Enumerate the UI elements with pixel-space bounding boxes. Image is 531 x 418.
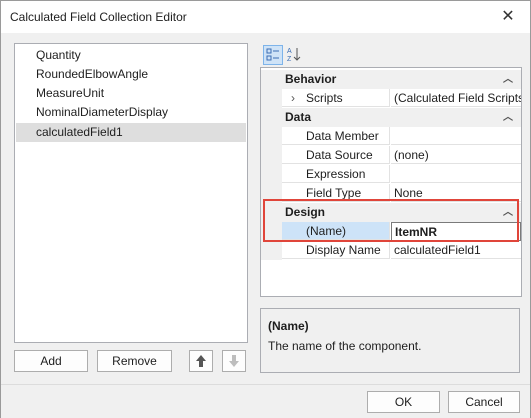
category-label: Behavior (285, 72, 337, 86)
category-label: Data (285, 110, 312, 124)
categorized-icon (266, 48, 279, 61)
property-value[interactable] (391, 165, 521, 183)
list-item-selected[interactable]: calculatedField1 (16, 123, 246, 142)
chevron-up-icon[interactable]: ︿ (503, 70, 513, 89)
chevron-up-icon[interactable]: ︿ (503, 108, 513, 127)
calculated-field-list[interactable]: Quantity RoundedElbowAngle MeasureUnit N… (14, 43, 248, 343)
move-down-button[interactable] (222, 350, 246, 372)
add-button[interactable]: Add (14, 350, 88, 372)
list-item[interactable]: NominalDiameterDisplay (16, 103, 246, 122)
svg-text:Z: Z (287, 56, 292, 63)
title-bar: Calculated Field Collection Editor ✕ (1, 1, 530, 33)
property-grid[interactable]: Behavior ︿ Scripts › (Calculated Field S… (260, 67, 522, 297)
description-title: (Name) (268, 319, 309, 333)
list-item[interactable]: Quantity (16, 46, 246, 65)
property-row-field-type[interactable]: Field Type None (261, 184, 521, 203)
property-row-expression[interactable]: Expression (261, 165, 521, 184)
cancel-button[interactable]: Cancel (448, 391, 520, 413)
property-value[interactable]: (Calculated Field Scripts) (391, 89, 521, 107)
name-value-input[interactable]: ItemNR (391, 222, 521, 241)
property-name: Field Type (282, 184, 390, 202)
property-row-name[interactable]: (Name) ItemNR (261, 222, 521, 241)
remove-button[interactable]: Remove (97, 350, 172, 372)
property-row-display-name[interactable]: Display Name calculatedField1 (261, 241, 521, 260)
property-row-data-member[interactable]: Data Member (261, 127, 521, 146)
list-item[interactable]: RoundedElbowAngle (16, 65, 246, 84)
category-design[interactable]: Design ︿ (261, 203, 521, 222)
category-behavior[interactable]: Behavior ︿ (261, 70, 521, 89)
list-item[interactable]: MeasureUnit (16, 84, 246, 103)
property-row-data-source[interactable]: Data Source (none) (261, 146, 521, 165)
chevron-up-icon[interactable]: ︿ (503, 203, 513, 222)
property-name: Display Name (282, 241, 390, 259)
category-label: Design (285, 205, 326, 219)
property-name: Data Member (282, 127, 390, 145)
description-text: The name of the component. (268, 339, 422, 353)
dialog-window: Calculated Field Collection Editor ✕ Qua… (0, 0, 531, 418)
description-panel: (Name) The name of the component. (260, 308, 520, 373)
ok-button[interactable]: OK (367, 391, 440, 413)
property-name: Data Source (282, 146, 390, 164)
move-up-button[interactable] (189, 350, 213, 372)
dialog-footer: OK Cancel (1, 384, 530, 418)
property-value[interactable] (391, 127, 521, 145)
arrow-down-icon (229, 355, 239, 367)
svg-text:A: A (287, 48, 292, 55)
categorized-button[interactable] (263, 45, 283, 65)
property-name: Scripts (282, 89, 390, 107)
property-name: (Name) (282, 222, 390, 240)
property-value[interactable]: None (391, 184, 521, 202)
property-row-scripts[interactable]: Scripts › (Calculated Field Scripts) (261, 89, 521, 108)
alphabetical-button[interactable]: A Z (285, 45, 305, 65)
property-name: Expression (282, 165, 390, 183)
property-value[interactable]: (none) (391, 146, 521, 164)
close-icon[interactable]: ✕ (498, 7, 518, 27)
property-value[interactable]: calculatedField1 (391, 241, 521, 259)
window-title: Calculated Field Collection Editor (10, 10, 187, 24)
sort-az-icon: A Z (287, 48, 301, 63)
arrow-up-icon (196, 355, 206, 367)
category-data[interactable]: Data ︿ (261, 108, 521, 127)
chevron-right-icon[interactable]: › (291, 89, 295, 107)
